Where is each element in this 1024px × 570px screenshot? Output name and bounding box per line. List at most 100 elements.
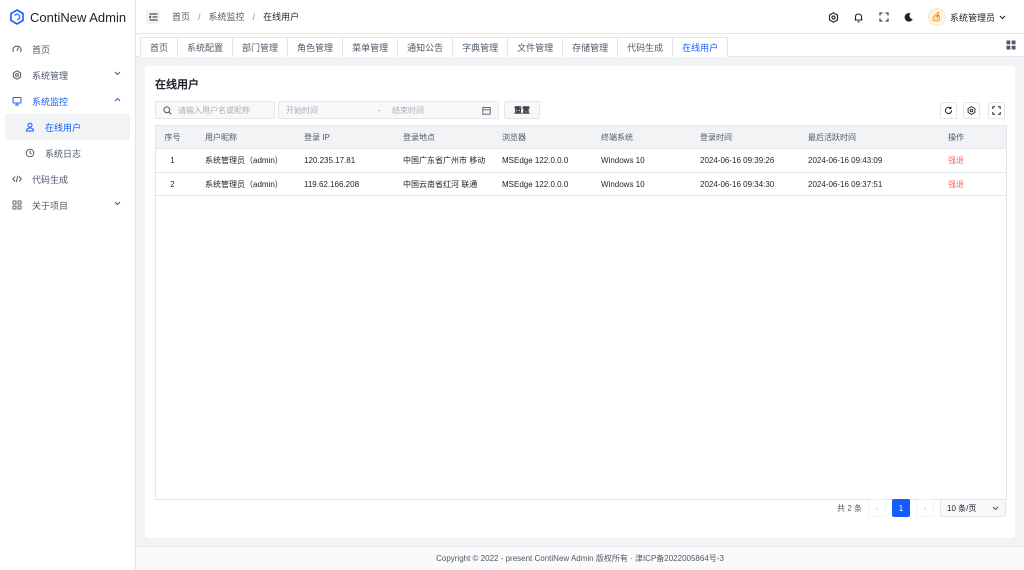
monitor-icon [12,96,22,106]
sidebar-item-system-monitor[interactable]: 系统监控 [5,88,130,114]
menu-collapse-button[interactable] [146,9,160,24]
breadcrumb-separator: / [198,11,201,22]
sidebar-item-label: 系统管理 [32,70,69,81]
table-cell: 2 [170,179,175,189]
sidebar-item-system-log[interactable]: 系统日志 [5,140,130,166]
tab-file[interactable]: 文件管理 [508,37,564,57]
settings-icon[interactable] [828,11,840,23]
date-range-picker[interactable]: 开始时间 - 结束时间 [278,101,499,119]
header-actions: 系统管理员 [828,0,1006,34]
table-cell: 1 [170,156,175,165]
table-cell: 中国云南省红河 联通 [403,179,478,189]
copyright-text: Copyright © 2022 - present ContiNew Admi… [436,554,724,563]
table-header: 序号 用户昵称 登录 IP 登录地点 浏览器 终端系统 登录时间 最后活跃时间 … [156,126,1006,148]
sidebar-item-label: 首页 [32,44,51,55]
column-header: 登录时间 [700,132,732,142]
table-cell: Windows 10 [601,179,645,189]
sidebar-item-label: 关于项目 [32,200,69,211]
apps-icon [12,200,22,210]
tab-online-users[interactable]: 在线用户 [673,37,729,57]
logo[interactable]: ContiNew Admin [0,0,135,34]
tab-menu[interactable]: 菜单管理 [343,37,399,57]
date-start-input[interactable]: 开始时间 [286,105,378,116]
calendar-icon [482,106,491,115]
column-settings-button[interactable] [963,102,980,119]
table-row: 2 系统管理员（admin） 119.62.166.208 中国云南省红河 联通… [156,172,1006,196]
sidebar-item-code-generation[interactable]: 代码生成 [5,166,130,192]
search-box[interactable] [155,101,275,119]
breadcrumb-item-current: 在线用户 [263,12,300,22]
tab-storage[interactable]: 存储管理 [563,37,619,57]
sidebar-item-system-management[interactable]: 系统管理 [5,62,130,88]
bell-icon[interactable] [853,11,865,23]
tab-codegen[interactable]: 代码生成 [618,37,674,57]
prev-page-button[interactable]: ‹ [868,499,886,517]
force-logout-link[interactable]: 强退 [936,155,996,166]
breadcrumb-item-home[interactable]: 首页 [172,10,190,23]
settings-icon [12,70,22,80]
table-cell: MSEdge 122.0.0.0 [502,179,569,189]
tab-home[interactable]: 首页 [140,37,179,57]
sidebar-item-label: 系统日志 [45,148,82,159]
dark-mode-moon-icon[interactable] [903,11,915,23]
tabs-menu-grid-icon[interactable] [1006,40,1016,50]
app-title: ContiNew Admin [30,9,127,25]
force-logout-link[interactable]: 强退 [936,179,996,190]
header: 首页 / 系统监控 / 在线用户 系统管理员 [136,0,1024,34]
settings-icon [967,106,976,115]
page-button-current[interactable]: 1 [892,499,910,517]
fullscreen-icon[interactable] [878,11,890,23]
date-end-input[interactable]: 结束时间 [392,105,482,116]
chevron-up-icon [114,97,121,102]
sidebar-item-label: 在线用户 [45,122,82,133]
chevron-down-icon [992,506,999,511]
sidebar-item-about[interactable]: 关于项目 [5,192,130,218]
table-row: 1 系统管理员（admin） 120.235.17.81 中国广东省广州市 移动… [156,148,1006,172]
chevron-down-icon [999,15,1006,20]
sidebar: ContiNew Admin 首页 系统管理 系统监控 在线用户 系统日志 代码… [0,0,136,570]
sidebar-item-online-users[interactable]: 在线用户 [5,114,130,140]
chevron-down-icon [114,71,121,76]
search-icon [163,105,172,115]
sidebar-menu: 首页 系统管理 系统监控 在线用户 系统日志 代码生成 关于项目 [0,34,135,218]
tab-dict[interactable]: 字典管理 [453,37,509,57]
tab-bar: 首页 系统配置 部门管理 角色管理 菜单管理 通知公告 字典管理 文件管理 存储… [136,34,1024,57]
table-cell: 120.235.17.81 [304,156,356,165]
user-name: 系统管理员 [949,12,995,23]
tab-system-config[interactable]: 系统配置 [178,37,234,57]
tab-dept[interactable]: 部门管理 [233,37,289,57]
column-header: 操作 [948,132,964,142]
menu-fold-icon [148,13,158,21]
refresh-button[interactable] [940,102,957,119]
search-input[interactable] [178,105,273,115]
fullscreen-icon [992,106,1001,115]
next-page-button[interactable]: › [916,499,934,517]
table-cell: 119.62.166.208 [304,179,360,189]
chevron-down-icon [114,201,121,206]
avatar [927,8,946,26]
page-title: 在线用户 [155,79,199,91]
reset-button[interactable]: 重置 [504,101,540,119]
breadcrumb-separator: / [252,11,256,22]
pagination: 共 2 条 ‹ 1 › 10 条/页 [837,499,1006,517]
column-header: 用户昵称 [205,132,237,142]
table-cell: 系统管理员（admin） [205,156,283,165]
page-size-select[interactable]: 10 条/页 [940,499,1006,517]
column-header: 最后活跃时间 [808,132,856,142]
table-cell: MSEdge 122.0.0.0 [502,156,569,165]
breadcrumb-item-monitor[interactable]: 系统监控 [209,10,245,23]
tab-role[interactable]: 角色管理 [288,37,344,57]
pagination-total: 共 2 条 [837,503,862,513]
table-cell: 2024-06-16 09:37:51 [808,179,883,189]
fullscreen-button[interactable] [988,102,1005,119]
date-range-separator: - [378,105,381,115]
table-cell: 2024-06-16 09:39:26 [700,156,775,165]
tab-notice[interactable]: 通知公告 [398,37,454,57]
table-cell: Windows 10 [601,156,645,165]
online-users-table: 序号 用户昵称 登录 IP 登录地点 浏览器 终端系统 登录时间 最后活跃时间 … [155,125,1007,500]
user-icon [25,122,35,132]
column-header: 序号 [164,132,181,142]
column-header: 浏览器 [502,132,526,142]
user-menu[interactable]: 系统管理员 [927,8,1006,26]
sidebar-item-home[interactable]: 首页 [5,36,130,62]
